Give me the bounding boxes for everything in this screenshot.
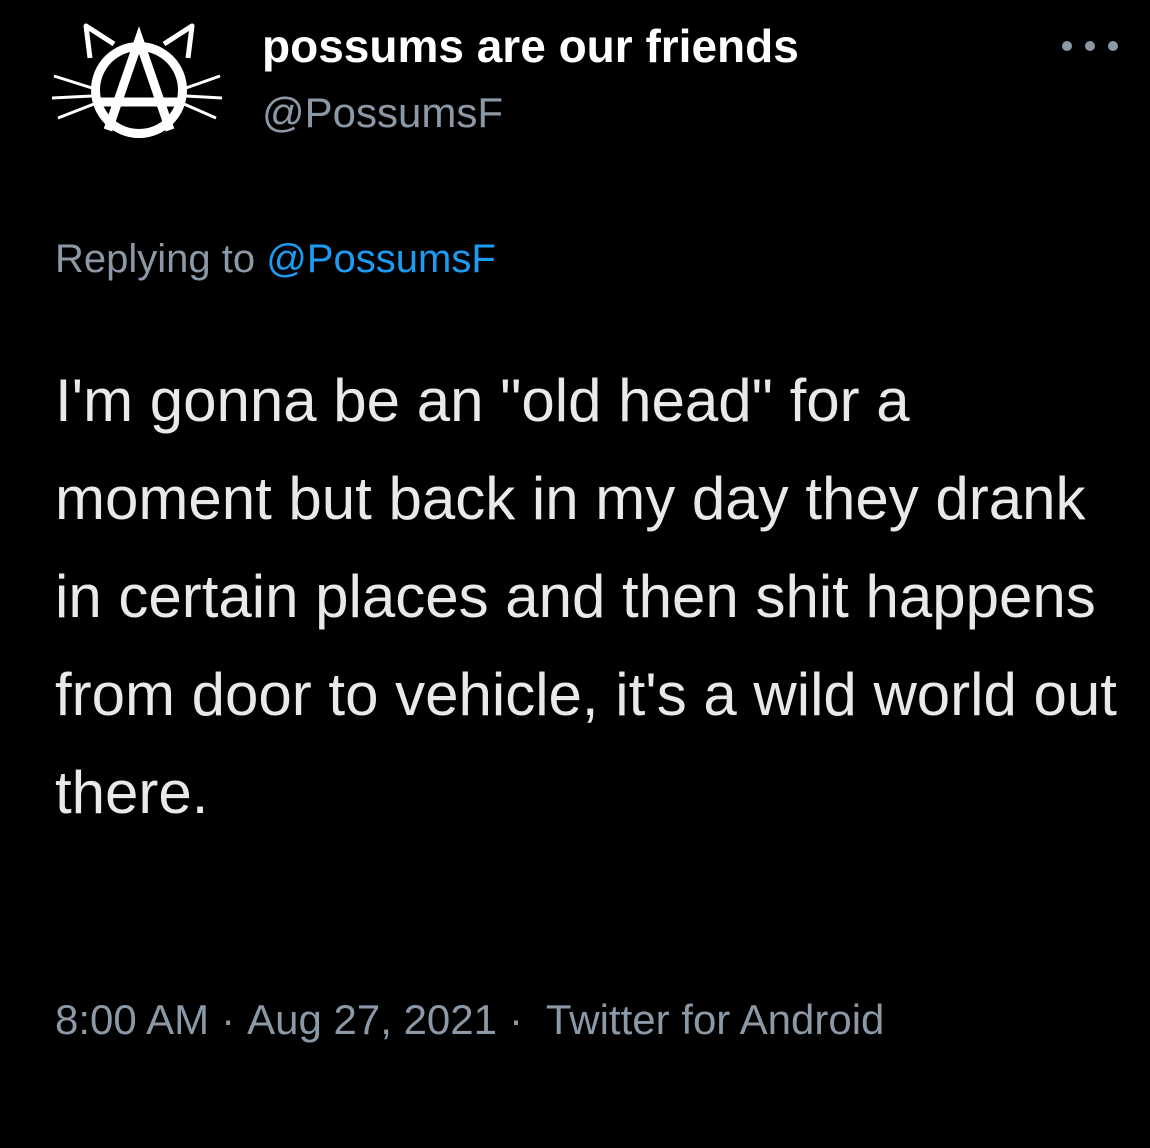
- tweet-text: I'm gonna be an "old head" for a moment …: [55, 367, 1117, 826]
- more-options-button[interactable]: [1055, 28, 1125, 64]
- tweet-time[interactable]: 8:00 AM: [55, 996, 209, 1043]
- tweet-header: possums are our friends @PossumsF: [0, 0, 1150, 170]
- replying-to-mention-link[interactable]: @PossumsF: [266, 237, 496, 281]
- avatar[interactable]: [51, 18, 223, 153]
- meta-separator: ·: [509, 996, 523, 1043]
- meta-separator: ·: [221, 996, 236, 1043]
- author-handle[interactable]: @PossumsF: [262, 88, 503, 138]
- replying-to: Replying to @PossumsF: [55, 233, 496, 285]
- more-horizontal-icon: [1062, 41, 1118, 51]
- replying-to-label: Replying to: [55, 237, 256, 281]
- tweet-source-link[interactable]: Twitter for Android: [546, 996, 884, 1043]
- tweet-date[interactable]: Aug 27, 2021: [247, 996, 497, 1043]
- anarchist-cat-logo-icon: [51, 23, 223, 138]
- tweet-metadata: 8:00 AM · Aug 27, 2021 · Twitter for Androi…: [55, 985, 1055, 1055]
- author-display-name[interactable]: possums are our friends: [262, 18, 799, 74]
